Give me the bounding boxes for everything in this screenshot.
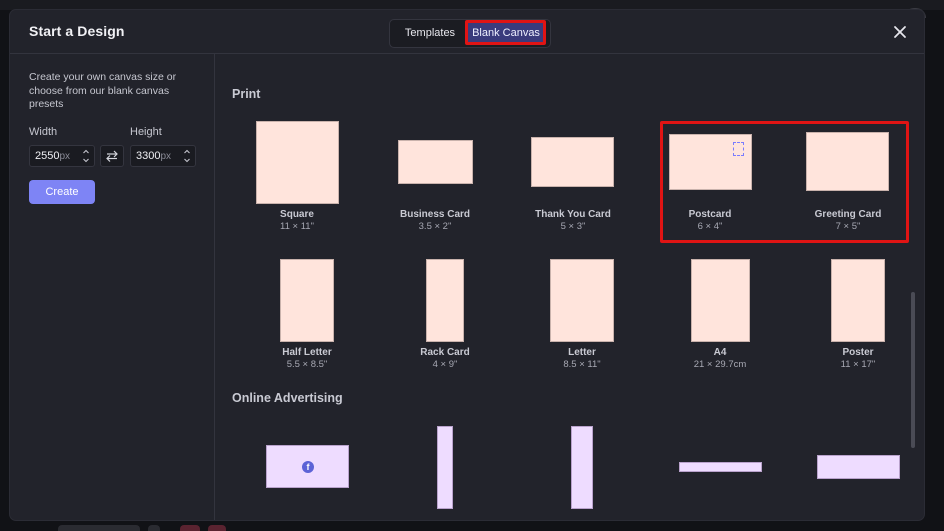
preset-thumbnail <box>817 455 900 479</box>
height-label: Height <box>130 126 162 138</box>
width-field[interactable]: 2550px <box>29 145 95 167</box>
preset-thumbnail <box>398 140 473 184</box>
preset-facebook-ad[interactable]: f <box>237 424 357 520</box>
section-title-print: Print <box>232 87 261 101</box>
preset-thumbnail <box>280 259 334 342</box>
facebook-icon: f <box>302 461 314 473</box>
preset-postcard[interactable]: Postcard 6 × 4" <box>650 120 770 240</box>
presets-scrollbar[interactable] <box>911 292 915 448</box>
preset-online-banner[interactable] <box>788 424 908 520</box>
tab-blank-canvas[interactable]: Blank Canvas <box>467 22 545 45</box>
swap-dimensions-button[interactable] <box>100 145 124 167</box>
preset-name: Square <box>280 209 314 220</box>
preset-thumbnail <box>531 137 614 187</box>
preset-size: 4 × 9" <box>432 359 458 370</box>
preset-size: 7 × 5" <box>835 221 861 232</box>
height-field[interactable]: 3300px <box>130 145 196 167</box>
preset-online-vertical-banner[interactable] <box>375 424 495 520</box>
stamp-placeholder-icon <box>733 142 744 156</box>
preset-half-letter[interactable]: Half Letter 5.5 × 8.5" <box>247 259 367 379</box>
preset-online-skyscraper[interactable] <box>513 424 633 520</box>
preset-size: 21 × 29.7cm <box>693 359 747 370</box>
tab-templates[interactable]: Templates <box>394 22 466 45</box>
width-unit: px <box>59 151 71 162</box>
preset-thank-you-card[interactable]: Thank You Card 5 × 3" <box>513 120 633 240</box>
tab-switcher: Templates Blank Canvas <box>389 19 551 48</box>
custom-size-intro: Create your own canvas size or choose fr… <box>29 71 177 110</box>
preset-name: Greeting Card <box>814 209 882 220</box>
background-toolbar-item <box>58 525 140 531</box>
width-stepper-icon[interactable] <box>81 147 91 165</box>
preset-thumbnail: f <box>266 445 349 488</box>
background-toolbar-item <box>208 525 226 531</box>
height-value: 3300 <box>136 150 161 162</box>
preset-greeting-card[interactable]: Greeting Card 7 × 5" <box>788 120 908 240</box>
height-stepper-icon[interactable] <box>182 147 192 165</box>
preset-thumbnail <box>571 426 593 509</box>
background-topbar <box>0 0 944 10</box>
presets-panel: Print Square 11 × 11" Business Card 3.5 … <box>215 54 924 520</box>
close-icon[interactable] <box>891 23 909 41</box>
preset-name: Rack Card <box>420 347 470 358</box>
start-design-modal: Start a Design Templates Blank Canvas Cr… <box>10 10 924 520</box>
preset-name: Business Card <box>399 209 471 220</box>
preset-thumbnail <box>831 259 885 342</box>
preset-a4[interactable]: A4 21 × 29.7cm <box>660 259 780 379</box>
create-button[interactable]: Create <box>29 180 95 204</box>
preset-thumbnail <box>437 426 453 509</box>
preset-square[interactable]: Square 11 × 11" <box>237 120 357 240</box>
preset-size: 5 × 3" <box>560 221 586 232</box>
background-toolbar-item <box>148 525 160 531</box>
background-toolbar-item <box>180 525 200 531</box>
preset-thumbnail <box>679 462 762 472</box>
preset-name: Poster <box>842 347 874 358</box>
preset-size: 11 × 17" <box>840 359 876 370</box>
preset-name: Postcard <box>688 209 732 220</box>
preset-thumbnail <box>669 134 752 190</box>
preset-thumbnail <box>806 132 889 191</box>
preset-thumbnail <box>256 121 339 204</box>
modal-title: Start a Design <box>29 23 125 39</box>
preset-size: 5.5 × 8.5" <box>286 359 328 370</box>
width-value: 2550 <box>35 150 60 162</box>
section-title-online-advertising: Online Advertising <box>232 391 343 405</box>
custom-size-panel: Create your own canvas size or choose fr… <box>10 54 215 520</box>
preset-name: A4 <box>713 347 727 358</box>
preset-size: 3.5 × 2" <box>418 221 452 232</box>
preset-name: Half Letter <box>282 347 332 358</box>
preset-poster[interactable]: Poster 11 × 17" <box>798 259 918 379</box>
preset-thumbnail <box>691 259 750 342</box>
preset-rack-card[interactable]: Rack Card 4 × 9" <box>385 259 505 379</box>
preset-size: 8.5 × 11" <box>563 359 601 370</box>
preset-size: 11 × 11" <box>280 221 314 232</box>
preset-thumbnail <box>426 259 464 342</box>
preset-size: 6 × 4" <box>697 221 723 232</box>
preset-business-card[interactable]: Business Card 3.5 × 2" <box>375 120 495 240</box>
preset-name: Letter <box>568 347 596 358</box>
preset-thumbnail <box>550 259 614 342</box>
width-label: Width <box>29 126 58 138</box>
height-unit: px <box>160 151 172 162</box>
modal-header: Start a Design Templates Blank Canvas <box>10 10 924 54</box>
preset-name: Thank You Card <box>535 209 611 220</box>
preset-letter[interactable]: Letter 8.5 × 11" <box>522 259 642 379</box>
swap-icon <box>106 150 118 162</box>
preset-online-leaderboard[interactable] <box>650 424 770 520</box>
